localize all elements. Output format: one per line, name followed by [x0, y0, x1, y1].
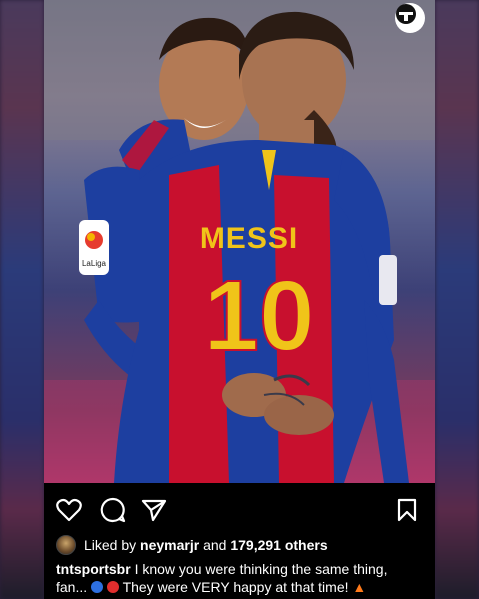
send-icon[interactable]	[141, 497, 167, 523]
likes-prefix: Liked by	[84, 537, 137, 553]
blurred-backdrop-right	[435, 0, 479, 599]
post-caption: tntsportsbr I know you were thinking the…	[56, 560, 426, 596]
fire-emoji-icon: ▲	[352, 579, 367, 595]
tnt-logo-icon	[395, 3, 425, 33]
liker-username[interactable]: neymarjr	[140, 537, 199, 553]
sleeve-badge-text: LaLiga	[82, 259, 107, 268]
post-photo[interactable]: LaLiga MESSI 10	[44, 0, 435, 483]
avatar[interactable]	[56, 535, 76, 555]
post-actions-bar	[44, 483, 435, 535]
blurred-backdrop-left	[0, 0, 44, 599]
caption-line-2b: They were VERY happy at that time!	[122, 579, 349, 595]
caption-line-1: I know you were thinking the same thing,	[134, 561, 388, 577]
blue-circle-emoji	[91, 581, 104, 593]
likes-summary: Liked by neymarjr and 179,291 others	[56, 535, 426, 555]
jersey-number: 10	[203, 260, 314, 372]
comment-icon[interactable]	[100, 497, 126, 523]
bookmark-icon[interactable]	[394, 497, 420, 523]
instagram-post: LaLiga MESSI 10 Liked by neymarjr and 17…	[44, 0, 435, 599]
likes-joiner: and	[203, 537, 227, 553]
likes-count[interactable]: 179,291 others	[230, 537, 327, 553]
photo-illustration: LaLiga MESSI 10	[44, 0, 435, 483]
caption-username[interactable]: tntsportsbr	[56, 561, 131, 577]
caption-line-2a: fan...	[56, 579, 88, 595]
red-circle-emoji	[106, 581, 119, 593]
jersey-name: MESSI	[200, 222, 298, 255]
heart-icon[interactable]	[56, 497, 82, 523]
